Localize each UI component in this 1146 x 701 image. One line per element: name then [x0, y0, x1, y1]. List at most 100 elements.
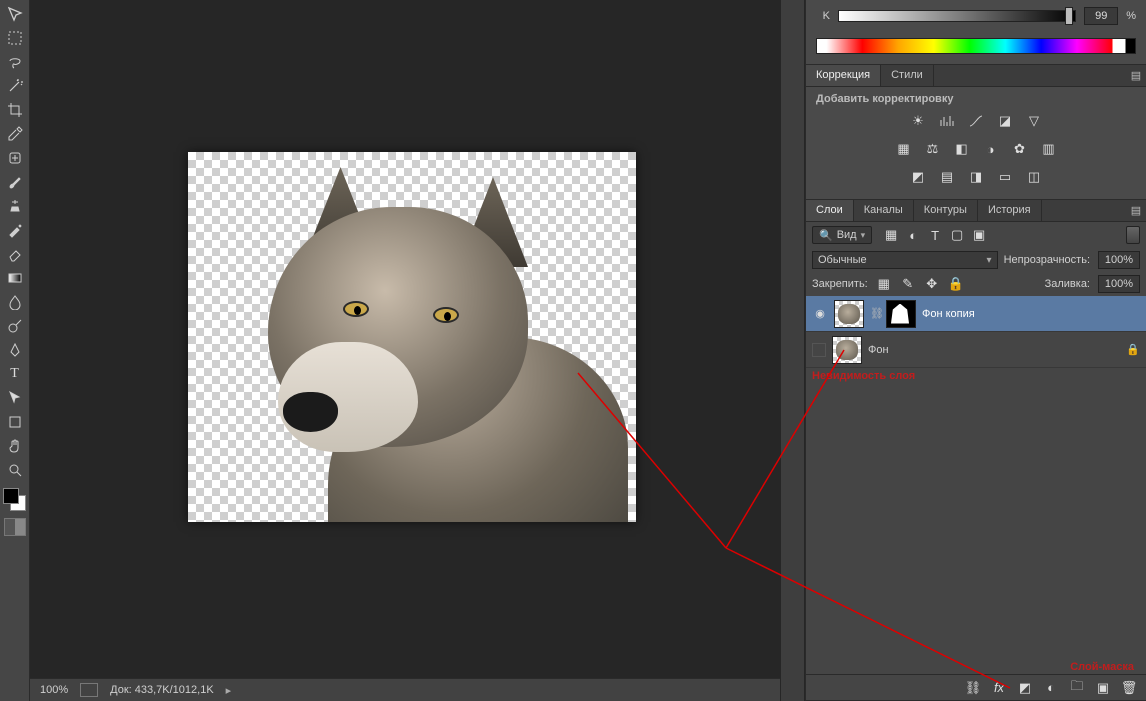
layer-filter-row: 🔍Вид▾ ▦ ◐ T ▢ ▣: [806, 222, 1146, 248]
tool-history-brush[interactable]: [3, 219, 27, 241]
k-value-field[interactable]: 99: [1084, 7, 1118, 25]
tab-layers[interactable]: Слои: [806, 200, 854, 221]
quickmask-toggle[interactable]: [4, 518, 26, 536]
color-swatches[interactable]: [3, 488, 27, 512]
layer-name[interactable]: Фон: [868, 344, 1120, 356]
adj-invert-icon[interactable]: ◩: [908, 168, 928, 186]
blend-mode-value: Обычные: [818, 254, 867, 266]
visibility-eye-icon[interactable]: [812, 343, 826, 357]
fg-color-swatch[interactable]: [3, 488, 19, 504]
status-thumb-icon[interactable]: [80, 683, 98, 697]
adj-hue-icon[interactable]: ▦: [894, 140, 914, 158]
adj-curves-icon[interactable]: [966, 112, 986, 130]
zoom-level[interactable]: 100%: [40, 684, 68, 696]
layer-row[interactable]: Фон 🔒: [806, 332, 1146, 368]
tool-dodge[interactable]: [3, 315, 27, 337]
corrections-subheading: Добавить корректировку: [806, 87, 1146, 107]
filter-label: Вид: [837, 229, 857, 241]
layer-row[interactable]: ◉ ⛓ Фон копия: [806, 296, 1146, 332]
filter-shape-icon[interactable]: ▢: [948, 226, 966, 244]
tool-pen[interactable]: [3, 339, 27, 361]
document-image: [248, 167, 628, 522]
tool-clone[interactable]: [3, 195, 27, 217]
canvas-area[interactable]: [30, 0, 780, 678]
adj-exposure-icon[interactable]: ◪: [995, 112, 1015, 130]
tool-gradient[interactable]: [3, 267, 27, 289]
new-layer-icon[interactable]: ▣: [1094, 679, 1112, 697]
adj-selective-icon[interactable]: ◫: [1024, 168, 1044, 186]
tool-lasso[interactable]: [3, 51, 27, 73]
layer-filter-kind[interactable]: 🔍Вид▾: [812, 226, 872, 244]
tab-channels[interactable]: Каналы: [854, 200, 914, 221]
spectrum-bar[interactable]: [816, 38, 1136, 54]
tool-move[interactable]: [3, 3, 27, 25]
adj-levels-icon[interactable]: [937, 112, 957, 130]
tool-brush[interactable]: [3, 171, 27, 193]
tab-styles[interactable]: Стили: [881, 65, 934, 86]
new-group-icon[interactable]: 🗀: [1068, 679, 1086, 697]
lock-label: Закрепить:: [812, 278, 868, 290]
filter-toggle[interactable]: [1126, 226, 1140, 244]
adj-threshold-icon[interactable]: ◨: [966, 168, 986, 186]
filter-type-icon[interactable]: T: [926, 226, 944, 244]
tool-type[interactable]: T: [3, 363, 27, 385]
k-label: K: [816, 10, 830, 22]
annotation-layer-mask: Слой-маска: [1070, 661, 1134, 673]
filter-adjust-icon[interactable]: ◐: [904, 226, 922, 244]
tool-blur[interactable]: [3, 291, 27, 313]
visibility-eye-icon[interactable]: ◉: [812, 306, 828, 322]
tool-hand[interactable]: [3, 435, 27, 457]
adj-vibrance-icon[interactable]: ▽: [1024, 112, 1044, 130]
layer-name[interactable]: Фон копия: [922, 308, 1140, 320]
k-slider[interactable]: [838, 10, 1076, 22]
lock-position-icon[interactable]: ✥: [922, 275, 942, 293]
link-layers-icon[interactable]: ⛓: [964, 679, 982, 697]
panel-gutter: [780, 0, 805, 701]
mask-link-icon[interactable]: ⛓: [870, 307, 880, 320]
add-mask-icon[interactable]: ◩: [1016, 679, 1034, 697]
panel-menu-icon[interactable]: ▤: [1126, 65, 1146, 86]
tool-crop[interactable]: [3, 99, 27, 121]
adj-balance-icon[interactable]: ⚖: [923, 140, 943, 158]
tab-paths[interactable]: Контуры: [914, 200, 978, 221]
layer-thumb[interactable]: [832, 336, 862, 364]
opacity-field[interactable]: 100%: [1098, 251, 1140, 269]
adj-lookup-icon[interactable]: ▥: [1039, 140, 1059, 158]
adj-posterize-icon[interactable]: ▤: [937, 168, 957, 186]
lock-row: Закрепить: ▦ ✎ ✥ 🔒 Заливка: 100%: [806, 272, 1146, 296]
adj-channel-mixer-icon[interactable]: ✿: [1010, 140, 1030, 158]
delete-layer-icon[interactable]: 🗑: [1120, 679, 1138, 697]
tool-path-select[interactable]: [3, 387, 27, 409]
document-canvas[interactable]: [188, 152, 636, 522]
tool-eraser[interactable]: [3, 243, 27, 265]
layer-thumb[interactable]: [834, 300, 864, 328]
tool-healing[interactable]: [3, 147, 27, 169]
filter-pixel-icon[interactable]: ▦: [882, 226, 900, 244]
lock-all-icon[interactable]: 🔒: [946, 275, 966, 293]
adj-gradient-map-icon[interactable]: ▭: [995, 168, 1015, 186]
layers-footer: ⛓ fx ◩ ◐ 🗀 ▣ 🗑: [806, 674, 1146, 700]
tab-correction[interactable]: Коррекция: [806, 65, 881, 86]
lock-trans-icon[interactable]: ▦: [874, 275, 894, 293]
adj-bw-icon[interactable]: ◧: [952, 140, 972, 158]
layer-mask-thumb[interactable]: [886, 300, 916, 328]
layers-panel-menu-icon[interactable]: ▤: [1126, 200, 1146, 221]
adj-photo-filter-icon[interactable]: ◑: [981, 140, 1001, 158]
filter-smart-icon[interactable]: ▣: [970, 226, 988, 244]
tool-eyedropper[interactable]: [3, 123, 27, 145]
layer-list: ◉ ⛓ Фон копия Фон 🔒 Невидимость слоя: [806, 296, 1146, 674]
fill-field[interactable]: 100%: [1098, 275, 1140, 293]
adj-brightness-icon[interactable]: ☀: [908, 112, 928, 130]
new-adjustment-icon[interactable]: ◐: [1042, 679, 1060, 697]
lock-pixels-icon[interactable]: ✎: [898, 275, 918, 293]
blend-mode-select[interactable]: Обычные: [812, 251, 998, 269]
color-panel: K 99 %: [806, 0, 1146, 65]
tool-magic-wand[interactable]: [3, 75, 27, 97]
k-slider-thumb[interactable]: [1065, 7, 1073, 25]
tool-marquee[interactable]: [3, 27, 27, 49]
status-bar: 100% Док: 433,7K/1012,1K ▸: [30, 678, 780, 701]
tab-history[interactable]: История: [978, 200, 1042, 221]
fx-icon[interactable]: fx: [990, 679, 1008, 697]
tool-zoom[interactable]: [3, 459, 27, 481]
tool-shape[interactable]: [3, 411, 27, 433]
